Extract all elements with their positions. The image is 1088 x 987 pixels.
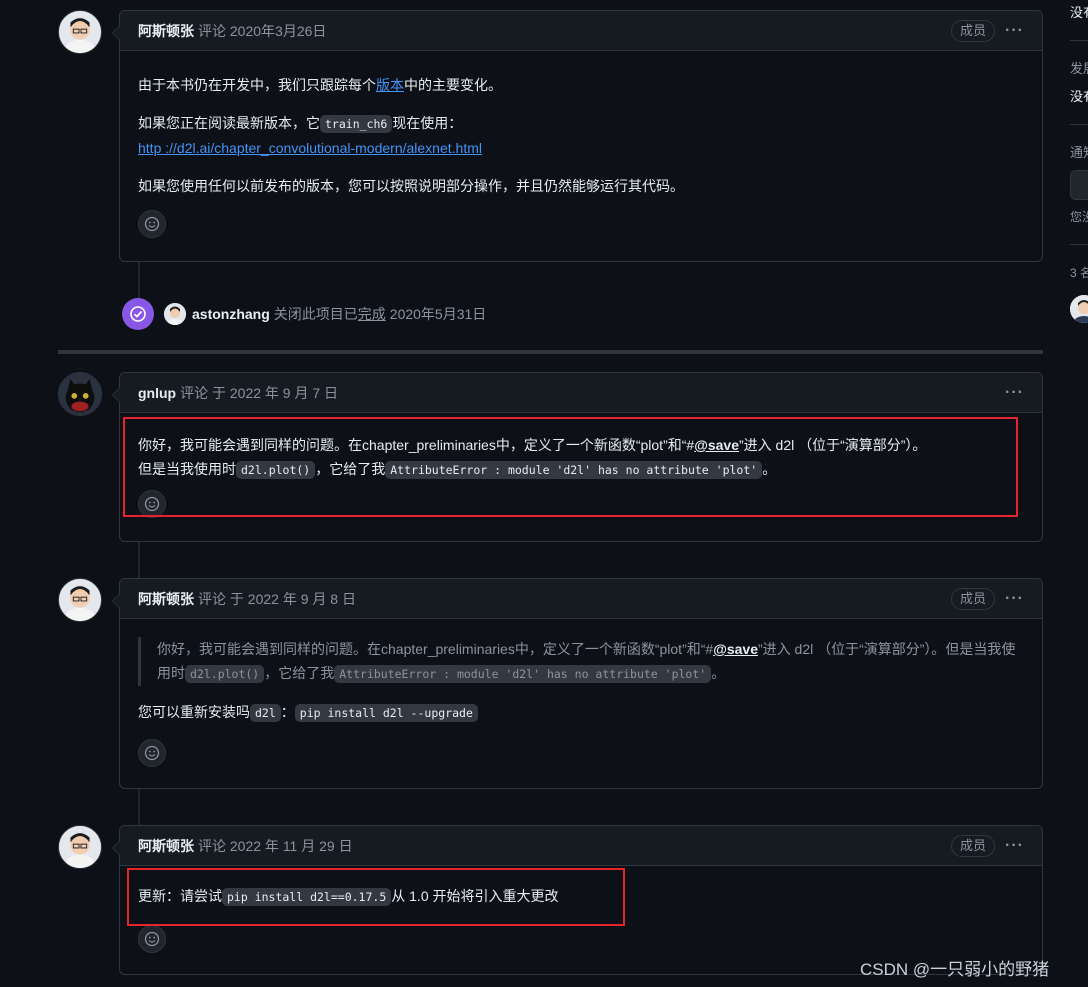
more-options-icon[interactable]: ··· (1005, 590, 1024, 608)
add-reaction-button[interactable] (138, 210, 166, 238)
member-badge: 成员 (951, 834, 996, 857)
inline-code: d2l (250, 704, 281, 722)
comment-meta[interactable]: 评论 于 2022 年 9 月 8 日 (198, 589, 356, 609)
inline-code: pip install d2l --upgrade (294, 704, 478, 722)
comment-paragraph: 如果您使用任何以前发布的版本，您可以按照说明部分操作，并且仍然能够运行其代码。 (138, 178, 684, 194)
alexnet-link[interactable]: http ://d2l.ai/chapter_convolutional-mod… (138, 140, 482, 156)
smiley-icon (144, 216, 160, 232)
comment-meta[interactable]: 评论 于 2022 年 9 月 7 日 (180, 383, 338, 403)
comment-author[interactable]: 阿斯顿张 (138, 589, 194, 609)
sidebar-heading: 发展 (1070, 61, 1088, 76)
comment-header: 阿斯顿张 评论 于 2022 年 9 月 8 日 成员 ··· (120, 579, 1042, 619)
avatar[interactable] (58, 372, 102, 416)
member-badge: 成员 (951, 587, 996, 610)
closed-event: astonzhang 关闭此项目已 完成 2020年5月31日 (122, 298, 486, 330)
sidebar-heading: 通知 (1070, 145, 1088, 160)
save-mention[interactable]: @save (713, 641, 758, 657)
sidebar-text: 没有 (1070, 89, 1088, 104)
highlight-box (123, 417, 1018, 517)
check-circle-icon (122, 298, 154, 330)
more-options-icon[interactable]: ··· (1005, 837, 1024, 855)
more-options-icon[interactable]: ··· (1005, 22, 1024, 40)
comment-body: 你好，我可能会遇到同样的问题。在chapter_preliminaries中，定… (120, 619, 1042, 781)
event-user[interactable]: astonzhang (192, 306, 270, 322)
comment-card: 阿斯顿张 评论 2020年3月26日 成员 ··· 由于本书仍在开发中，我们只跟… (112, 10, 1043, 262)
smiley-icon (144, 931, 160, 947)
add-reaction-button[interactable] (138, 739, 166, 767)
subscribe-button[interactable] (1070, 170, 1088, 200)
timeline-line (138, 789, 140, 825)
highlight-box (127, 868, 625, 926)
event-date[interactable]: 2020年5月31日 (390, 304, 487, 324)
watermark: CSDN @一只弱小的野猪 (860, 960, 1050, 979)
comment-meta[interactable]: 评论 2022 年 11 月 29 日 (198, 836, 353, 856)
participants-count: 3 名 (1070, 266, 1088, 280)
comment-paragraph: 由于本书仍在开发中，我们只跟踪每个版本中的主要变化。 (138, 77, 502, 93)
comment-header: 阿斯顿张 评论 2022 年 11 月 29 日 成员 ··· (120, 826, 1042, 866)
inline-code: d2l.plot() (185, 665, 265, 683)
comment-paragraph: 您可以重新安装吗 d2l： pip install d2l --upgrade (138, 700, 1024, 725)
sidebar-divider (1070, 40, 1088, 41)
comment-author[interactable]: 阿斯顿张 (138, 21, 194, 41)
quoted-reply: 你好，我可能会遇到同样的问题。在chapter_preliminaries中，定… (138, 637, 1024, 686)
sidebar-divider (1070, 244, 1088, 245)
comment-card: 阿斯顿张 评论 于 2022 年 9 月 8 日 成员 ··· 你好，我可能会遇… (112, 578, 1043, 789)
comment-header: gnlup 评论 于 2022 年 9 月 7 日 ··· (120, 373, 1042, 413)
add-reaction-button[interactable] (138, 925, 166, 953)
comment-author[interactable]: 阿斯顿张 (138, 836, 194, 856)
comment-meta[interactable]: 评论 2020年3月26日 (198, 21, 326, 41)
avatar[interactable] (58, 825, 102, 869)
inline-code: AttributeError : module 'd2l' has no att… (334, 665, 712, 683)
right-sidebar: 没有 发展 没有 通知 您没 3 名 (1062, 0, 1088, 987)
comment-body: 由于本书仍在开发中，我们只跟踪每个版本中的主要变化。 如果您正在阅读最新版本，它… (120, 51, 1042, 252)
comment-author[interactable]: gnlup (138, 385, 176, 401)
inline-code: train_ch6 (320, 115, 393, 133)
smiley-icon (144, 745, 160, 761)
comment-paragraph: 如果您正在阅读最新版本，它 train_ch6 现在使用： http ://d2l.… (138, 115, 482, 156)
avatar[interactable] (1070, 295, 1088, 323)
avatar[interactable] (58, 10, 102, 54)
timeline-line (138, 262, 140, 298)
timeline-line (138, 542, 140, 578)
sidebar-divider (1070, 124, 1088, 125)
more-options-icon[interactable]: ··· (1005, 384, 1024, 402)
comment-header: 阿斯顿张 评论 2020年3月26日 成员 ··· (120, 11, 1042, 51)
avatar[interactable] (58, 578, 102, 622)
completed-link[interactable]: 完成 (358, 304, 386, 324)
event-text: 关闭此项目已 (273, 306, 358, 322)
release-link[interactable]: 版本 (376, 77, 404, 93)
sidebar-text: 没有 (1070, 5, 1088, 20)
sidebar-note: 您没 (1070, 210, 1088, 224)
timeline-divider (58, 350, 1043, 354)
avatar[interactable] (164, 303, 186, 325)
member-badge: 成员 (951, 19, 996, 42)
